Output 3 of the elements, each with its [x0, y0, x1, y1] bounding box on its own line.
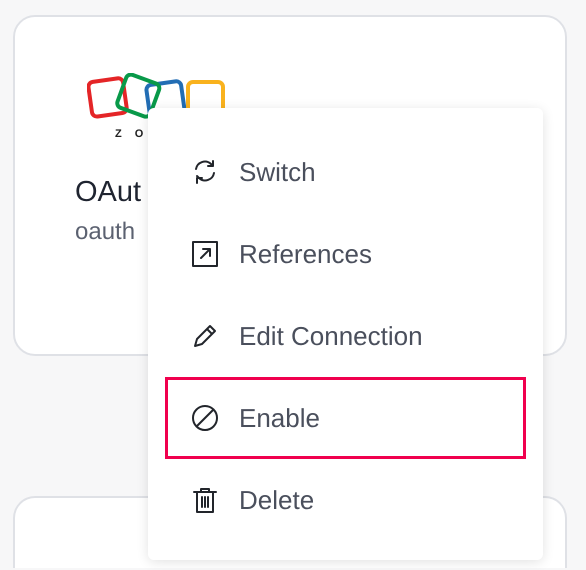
logo-text: Z O [115, 128, 148, 140]
connection-type: oauth [75, 217, 136, 247]
connection-title: OAut [75, 175, 142, 209]
